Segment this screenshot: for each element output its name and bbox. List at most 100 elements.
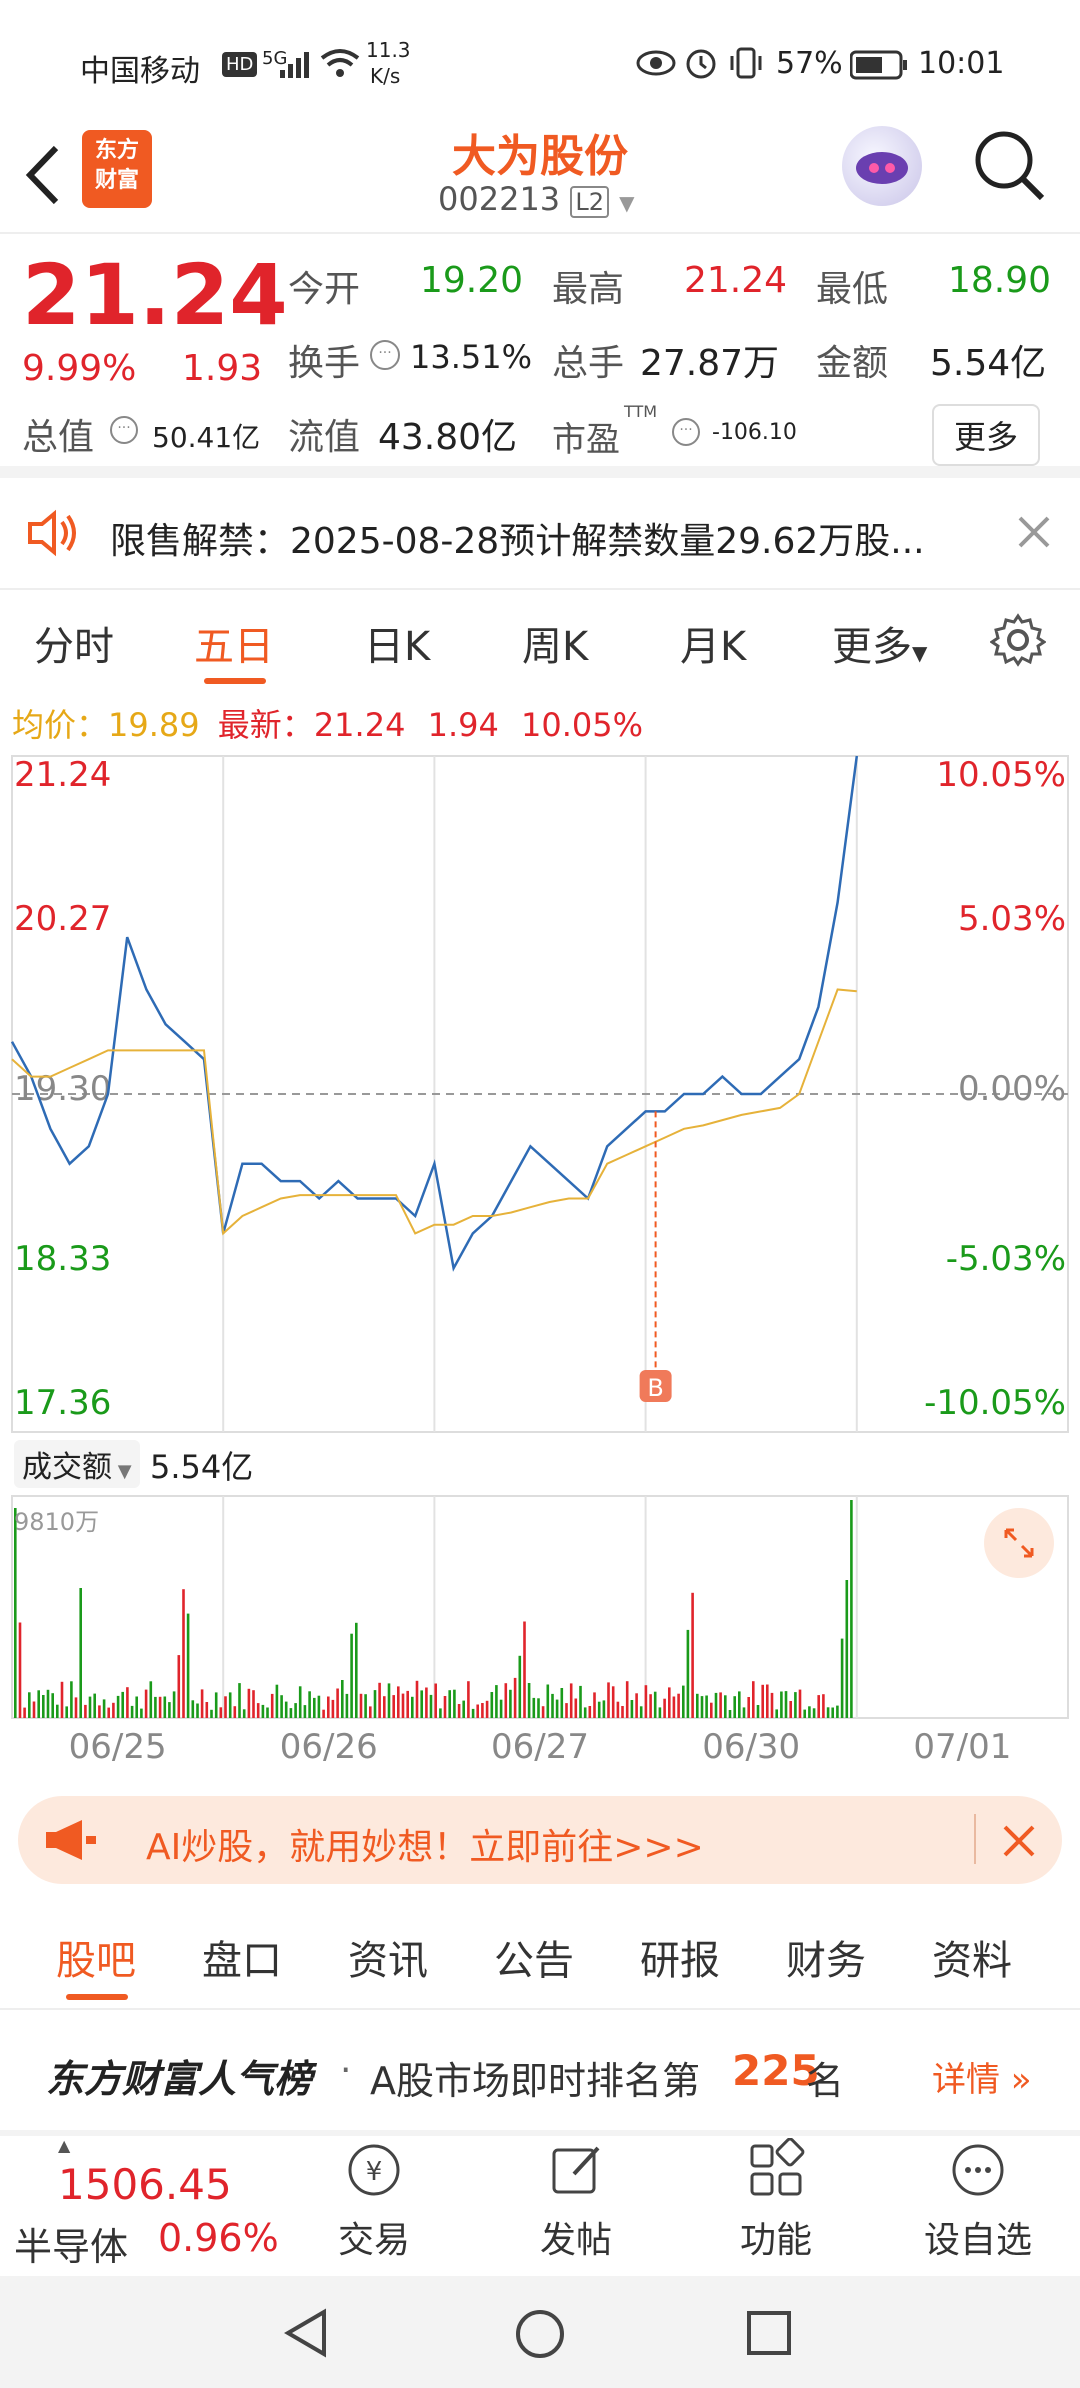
volume-bar bbox=[266, 1707, 269, 1718]
volume-bar bbox=[831, 1707, 834, 1718]
volume-bar bbox=[686, 1629, 690, 1718]
volume-bar bbox=[313, 1697, 316, 1718]
index-name[interactable]: 半导体 bbox=[14, 2216, 128, 2271]
tab-intraday[interactable]: 分时 bbox=[34, 614, 114, 672]
y-tick-label-percent: -5.03% bbox=[946, 1239, 1066, 1279]
volume-bar bbox=[668, 1687, 671, 1718]
nav-functions[interactable]: 功能 bbox=[716, 2137, 836, 2263]
volume-bar bbox=[504, 1683, 508, 1718]
volume-bar bbox=[513, 1677, 517, 1718]
volume-bar bbox=[710, 1702, 713, 1718]
content-tabs: 股吧 盘口 资讯 公告 研报 财务 资料 bbox=[0, 1900, 1080, 2010]
volume-bar bbox=[784, 1691, 788, 1718]
stock-code[interactable]: 002213 L2 ▼ bbox=[438, 180, 635, 218]
volume-bar bbox=[23, 1707, 26, 1718]
clock: 10:01 bbox=[918, 46, 1005, 81]
volume-bar bbox=[625, 1681, 629, 1718]
volume-bar bbox=[37, 1690, 40, 1718]
volume-bar bbox=[518, 1655, 522, 1718]
volume-bar bbox=[663, 1698, 666, 1718]
tab-more[interactable]: 更多▼ bbox=[832, 614, 927, 672]
info-dots-icon[interactable]: ··· bbox=[370, 340, 400, 370]
volume-bar bbox=[593, 1692, 596, 1718]
tab-finance[interactable]: 财务 bbox=[786, 1928, 866, 1986]
volume-bar bbox=[696, 1693, 699, 1718]
pe-value: -106.10 bbox=[712, 420, 797, 445]
close-icon[interactable] bbox=[1002, 1824, 1036, 1862]
volume-bar bbox=[74, 1697, 78, 1718]
volume-bar bbox=[495, 1685, 498, 1718]
volume-bar bbox=[677, 1693, 680, 1718]
volume-bar bbox=[121, 1691, 124, 1718]
tab-profile[interactable]: 资料 bbox=[932, 1928, 1012, 1986]
volume-bar bbox=[798, 1689, 802, 1718]
nav-post[interactable]: 发帖 bbox=[516, 2138, 636, 2263]
gear-icon[interactable] bbox=[989, 612, 1047, 672]
avg-label: 均价： bbox=[12, 706, 109, 744]
mktcap-label: 总值 bbox=[22, 417, 95, 458]
close-icon[interactable] bbox=[1016, 514, 1052, 554]
volume-bar bbox=[733, 1696, 736, 1718]
volume-bar bbox=[658, 1707, 662, 1718]
volume-selector[interactable]: 成交额 ▼ bbox=[14, 1440, 140, 1488]
more-button[interactable]: 更多 bbox=[932, 404, 1041, 466]
volume-bar bbox=[845, 1580, 849, 1718]
expand-icon[interactable] bbox=[984, 1508, 1054, 1578]
nav-trade[interactable]: ¥ 交易 bbox=[314, 2138, 434, 2263]
info-dots-icon[interactable]: ··· bbox=[110, 416, 138, 444]
rank-detail-link[interactable]: 详情 » bbox=[932, 2052, 1032, 2101]
tab-guba[interactable]: 股吧 bbox=[56, 1928, 136, 1986]
volume-bar bbox=[252, 1690, 255, 1718]
tab-five-day[interactable]: 五日 bbox=[194, 614, 274, 672]
volume-bar bbox=[826, 1707, 830, 1718]
index-percent: 0.96% bbox=[158, 2216, 279, 2260]
index-value[interactable]: 1506.45 bbox=[58, 2160, 232, 2209]
volume-bar bbox=[256, 1703, 260, 1718]
volume-bar bbox=[780, 1691, 783, 1718]
volume-bar bbox=[597, 1701, 601, 1718]
nav-add-watchlist[interactable]: 设自选 bbox=[918, 2138, 1038, 2263]
volume-bar bbox=[79, 1588, 82, 1718]
tab-daily-k[interactable]: 日K bbox=[364, 614, 430, 672]
volume-bar bbox=[369, 1706, 372, 1718]
notice-bar[interactable]: 限售解禁：2025-08-28预计解禁数量29.62万股... bbox=[0, 478, 1080, 588]
recents-square-icon[interactable] bbox=[746, 2310, 792, 2360]
volume-max-label: 9810万 bbox=[14, 1508, 100, 1536]
search-icon[interactable] bbox=[972, 128, 1048, 208]
tab-weekly-k[interactable]: 周K bbox=[522, 614, 588, 672]
tab-announcements[interactable]: 公告 bbox=[494, 1928, 574, 1986]
volume-bar bbox=[317, 1695, 321, 1718]
tab-monthly-k[interactable]: 月K bbox=[680, 614, 746, 672]
back-triangle-icon[interactable] bbox=[282, 2308, 332, 2362]
five-day-chart[interactable]: 21.24 20.27 19.30 18.33 17.36 10.05% 5.03% 0.00… bbox=[0, 750, 1080, 1770]
ai-robot-avatar[interactable] bbox=[842, 126, 922, 206]
caret-down-icon: ▼ bbox=[112, 1461, 132, 1482]
volume-bar bbox=[345, 1693, 349, 1718]
volume-total: 5.54亿 bbox=[150, 1448, 254, 1486]
info-dots-icon[interactable]: ··· bbox=[672, 418, 700, 446]
volume-bar bbox=[154, 1696, 157, 1718]
volume-bar bbox=[46, 1689, 50, 1718]
volume-bar bbox=[98, 1705, 101, 1718]
tab-research[interactable]: 研报 bbox=[640, 1928, 720, 1986]
active-tab-indicator bbox=[204, 678, 266, 684]
volume-bar bbox=[56, 1704, 59, 1718]
volume-bar bbox=[808, 1706, 811, 1718]
volume-bar bbox=[724, 1695, 727, 1718]
caret-up-icon: ▲ bbox=[58, 2136, 71, 2155]
y-tick-label-percent: 0.00% bbox=[958, 1069, 1066, 1109]
tab-news[interactable]: 资讯 bbox=[348, 1928, 428, 1986]
popularity-rank-bar[interactable]: 东方财富人气榜 · A股市场即时排名第 225 名 详情 » bbox=[0, 2010, 1080, 2130]
volume-bar bbox=[691, 1592, 694, 1718]
tab-pankou[interactable]: 盘口 bbox=[202, 1928, 282, 1986]
volume-bar bbox=[607, 1682, 610, 1718]
volume-bar bbox=[485, 1700, 489, 1718]
ai-ad-banner[interactable]: AI炒股，就用妙想！立即前往>>> bbox=[18, 1796, 1062, 1884]
avg-value: 19.89 bbox=[108, 706, 200, 744]
volume-bar bbox=[457, 1704, 461, 1718]
volume-bar bbox=[630, 1700, 634, 1718]
volume-bar bbox=[126, 1687, 129, 1718]
home-circle-icon[interactable] bbox=[514, 2308, 566, 2364]
volume-bar bbox=[233, 1706, 237, 1718]
turnover-value: 13.51% bbox=[410, 338, 533, 376]
